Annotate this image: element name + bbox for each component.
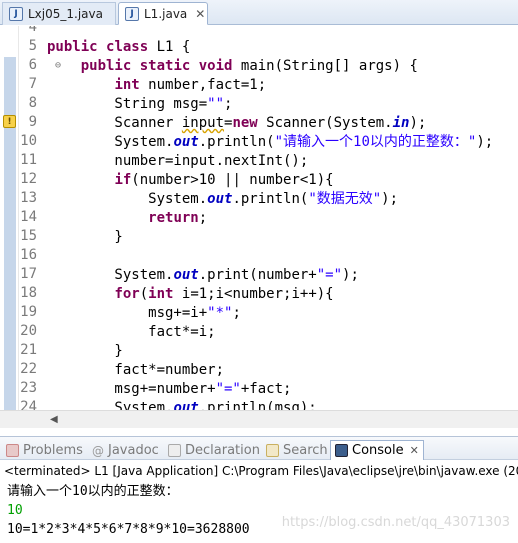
line-number: 5 <box>28 38 37 54</box>
line-number: 19 <box>20 304 37 320</box>
tab-label: Problems <box>23 442 83 458</box>
console-line: 请输入一个10以内的正整数： <box>7 484 179 499</box>
tab-label: Console <box>352 443 404 458</box>
code-line[interactable]: System.out.print(number+"="); <box>47 266 358 285</box>
code-line[interactable]: public class L1 { <box>47 38 190 57</box>
code-line[interactable]: public static void main(String[] args) { <box>47 57 418 76</box>
line-number: 10 <box>20 133 37 149</box>
horizontal-scrollbar[interactable]: ◀ <box>0 410 518 428</box>
code-area[interactable]: public class L1 { public static void mai… <box>47 26 518 410</box>
close-icon[interactable]: ✕ <box>195 7 205 21</box>
line-number: 16 <box>20 247 37 263</box>
line-number: 12 <box>20 171 37 187</box>
code-line[interactable]: return; <box>47 209 207 228</box>
code-line[interactable]: String msg=""; <box>47 95 232 114</box>
console-input-echo: 10 <box>7 503 23 518</box>
tab-declaration[interactable]: Declaration <box>168 440 260 460</box>
close-icon[interactable]: ✕ <box>410 444 419 457</box>
code-line[interactable]: msg+=i+"*"; <box>47 304 241 323</box>
line-number: 23 <box>20 380 37 396</box>
code-line[interactable]: Scanner input=new Scanner(System.in); <box>47 114 426 133</box>
java-file-icon: J <box>125 6 139 21</box>
editor-tab-bar: J Lxj05_1.java J L1.java ✕ <box>0 0 518 25</box>
scroll-left-icon[interactable]: ◀ <box>50 414 58 425</box>
view-tab-bar: Problems @ Javadoc Declaration Search Co… <box>0 436 518 460</box>
line-number: 7 <box>28 76 37 92</box>
declaration-icon <box>168 443 181 457</box>
code-line[interactable]: number=input.nextInt(); <box>47 152 308 171</box>
code-line[interactable]: } <box>47 228 122 247</box>
line-number: 15 <box>20 228 37 244</box>
tab-lxj05-1-java[interactable]: J Lxj05_1.java <box>2 2 116 25</box>
line-number: 11 <box>20 152 37 168</box>
line-number: 17 <box>20 266 37 282</box>
code-line[interactable]: if(number>10 || number<1){ <box>47 171 333 190</box>
code-line[interactable]: System.out.println(msg); <box>47 399 316 410</box>
line-number: 8 <box>28 95 37 111</box>
code-line[interactable]: msg+=number+"="+fact; <box>47 380 291 399</box>
tab-label: Lxj05_1.java <box>28 7 103 21</box>
tab-search[interactable]: Search <box>266 440 328 460</box>
tab-label: Declaration <box>185 442 260 458</box>
line-number: 22 <box>20 361 37 377</box>
line-number: 20 <box>20 323 37 339</box>
code-line[interactable]: } <box>47 342 122 361</box>
tab-l1-java[interactable]: J L1.java ✕ <box>118 2 208 25</box>
tab-problems[interactable]: Problems <box>6 440 83 460</box>
tab-label: L1.java <box>144 6 188 21</box>
code-line[interactable]: System.out.println("请输入一个10以内的正整数："); <box>47 133 493 152</box>
tab-console[interactable]: Console ✕ <box>330 440 424 460</box>
java-file-icon: J <box>9 7 23 21</box>
console-output[interactable]: 请输入一个10以内的正整数： 10 10=1*2*3*4*5*6*7*8*9*10=… <box>0 481 518 543</box>
console-icon <box>335 444 348 457</box>
line-number: 18 <box>20 285 37 301</box>
tab-label: Search <box>283 442 328 458</box>
line-number: 14 <box>20 209 37 225</box>
line-number-gutter: 4 5 6 ⊖ 7 8 9 10 11 12 13 14 15 16 17 18 19 20 21 22 23 24 <box>19 26 61 410</box>
code-line[interactable]: fact*=i; <box>47 323 215 342</box>
code-line[interactable]: fact*=number; <box>47 361 224 380</box>
tab-javadoc[interactable]: @ Javadoc <box>92 440 159 460</box>
line-number: 24 <box>20 399 37 410</box>
code-line[interactable]: for(int i=1;i<number;i++){ <box>47 285 333 304</box>
problems-icon <box>6 443 19 457</box>
line-number: 4 <box>28 26 37 35</box>
console-status: <terminated> L1 [Java Application] C:\Pr… <box>4 464 518 478</box>
code-line[interactable]: int number,fact=1; <box>47 76 266 95</box>
watermark: https://blog.csdn.net/qq_43071303 <box>281 515 510 530</box>
search-icon <box>266 443 279 457</box>
console-line: 10=1*2*3*4*5*6*7*8*9*10=3628800 <box>7 522 250 537</box>
code-editor[interactable]: ! 4 5 6 ⊖ 7 8 9 10 11 12 13 14 15 16 17 18 19 20 21 22 23 24 … <box>0 26 518 410</box>
javadoc-icon: @ <box>92 443 104 458</box>
code-line[interactable]: System.out.println("数据无效"); <box>47 190 398 209</box>
line-number: 13 <box>20 190 37 206</box>
line-number: 21 <box>20 342 37 358</box>
line-number: 6 <box>28 57 37 73</box>
tab-label: Javadoc <box>108 442 159 458</box>
line-number: 9 <box>28 114 37 130</box>
